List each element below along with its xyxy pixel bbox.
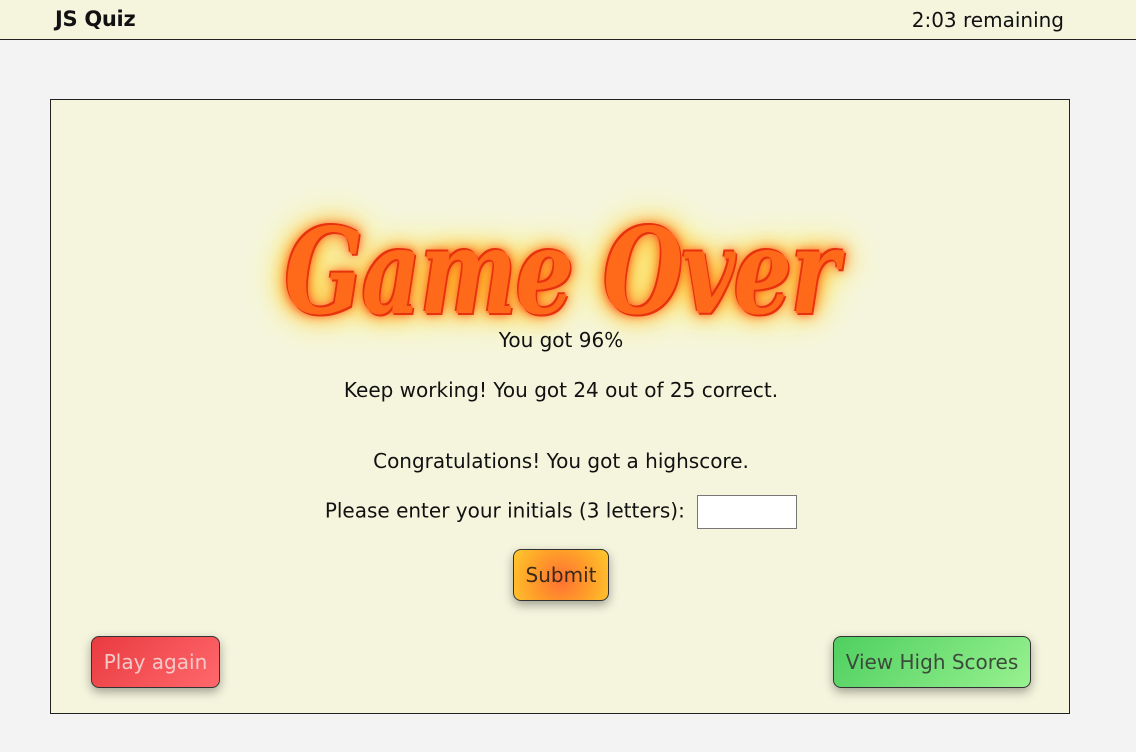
- play-again-button[interactable]: Play again: [91, 636, 220, 688]
- initials-input[interactable]: [697, 495, 798, 529]
- score-percent-text: You got 96%: [498, 328, 624, 352]
- game-over-banner: Game Over: [284, 202, 839, 341]
- view-high-scores-button[interactable]: View High Scores: [833, 636, 1031, 688]
- top-bar: JS Quiz 2:03 remaining: [0, 0, 1136, 40]
- submit-button[interactable]: Submit: [513, 549, 609, 601]
- initials-label: Please enter your initials (3 letters):: [324, 498, 685, 523]
- feedback-text: Keep working! You got 24 out of 25 corre…: [343, 378, 779, 402]
- game-over-panel: Game Over You got 96% Keep working! You …: [50, 99, 1070, 714]
- highscore-message: Congratulations! You got a highscore.: [373, 449, 749, 473]
- timer-text: 2:03 remaining: [911, 8, 1064, 32]
- initials-row: Please enter your initials (3 letters):: [51, 495, 1071, 529]
- app-title: JS Quiz: [55, 7, 136, 31]
